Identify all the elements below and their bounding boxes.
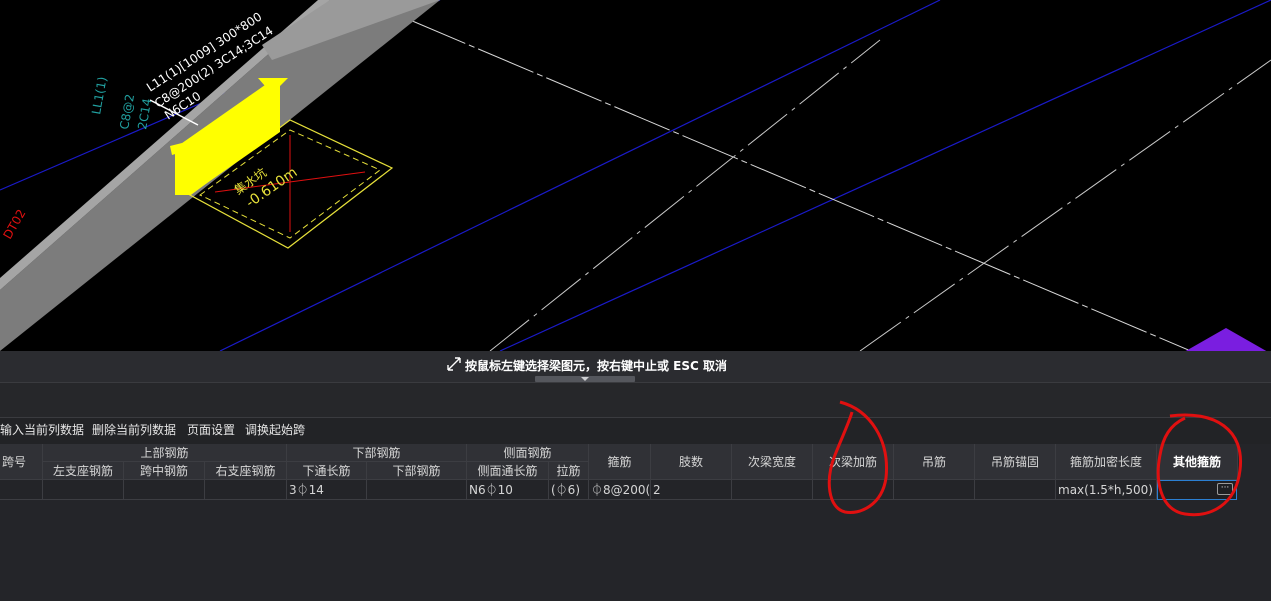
header-stirrup-dense-length: 箍筋加密长度: [1056, 444, 1157, 480]
header-tie-bar: 拉筋: [549, 462, 589, 480]
header-mid-span: 跨中钢筋: [124, 462, 205, 480]
insert-column-data-button[interactable]: 输入当前列数据: [0, 421, 84, 438]
cell-tie-bar[interactable]: (⏀6): [549, 480, 589, 500]
panel-header: [0, 382, 1271, 418]
beam-body: [0, 0, 440, 351]
status-message: 按鼠标左键选择梁图元，按右键中止或 ESC 取消: [465, 359, 728, 373]
grid-line: [859, 59, 1271, 351]
header-legs: 肢数: [651, 444, 732, 480]
cell-hanger-anchor[interactable]: [975, 480, 1056, 500]
cell-secondary-beam-width[interactable]: [732, 480, 813, 500]
header-bottom-rebar: 下部钢筋: [287, 444, 467, 462]
cell-hanger[interactable]: [894, 480, 975, 500]
viewport-drawing: L11(1)[1009] 300*800 C8@200(2) 3C14;3C14…: [0, 0, 1271, 351]
cell-stirrup-dense-length[interactable]: max(1.5*h,500): [1056, 480, 1157, 500]
header-hanger: 吊筋: [894, 444, 975, 480]
cell-other-stirrup[interactable]: ···: [1157, 480, 1237, 500]
status-bar: 按鼠标左键选择梁图元，按右键中止或 ESC 取消: [0, 351, 1271, 382]
cell-right-support[interactable]: [205, 480, 287, 500]
beam-label-left-1: LL1(1): [89, 76, 109, 116]
grid-line: [409, 19, 1193, 351]
axis-label: DT02: [0, 207, 28, 242]
header-span-no: 跨号: [0, 444, 43, 480]
header-left-support: 左支座钢筋: [43, 462, 124, 480]
beam-label-left-3: 2C14: [135, 97, 154, 130]
beam-label-left-2: C8@2: [117, 93, 137, 131]
header-secondary-beam-width: 次梁宽度: [732, 444, 813, 480]
chevron-down-icon[interactable]: [581, 377, 589, 381]
header-side-rebar: 侧面钢筋: [467, 444, 589, 462]
header-secondary-beam-add: 次梁加筋: [813, 444, 894, 480]
page-setup-button[interactable]: 页面设置: [187, 421, 235, 438]
delete-column-data-button[interactable]: 删除当前列数据: [92, 421, 176, 438]
header-hanger-anchor: 吊筋锚固: [975, 444, 1056, 480]
cell-left-support[interactable]: [43, 480, 124, 500]
header-bottom-through: 下通长筋: [287, 462, 367, 480]
header-bottom-rebar-sub: 下部钢筋: [367, 462, 467, 480]
pick-cursor-icon: [447, 357, 461, 371]
header-other-stirrup: 其他箍筋: [1157, 444, 1238, 480]
cell-secondary-beam-add[interactable]: [813, 480, 894, 500]
header-side-through: 侧面通长筋: [467, 462, 549, 480]
cell-legs[interactable]: 2: [651, 480, 732, 500]
ellipsis-button[interactable]: ···: [1217, 483, 1233, 495]
header-stirrup: 箍筋: [589, 444, 651, 480]
rebar-table: 跨号 上部钢筋 下部钢筋 侧面钢筋 箍筋 肢数 次梁宽度 次梁加筋 吊筋 吊筋锚…: [0, 444, 1271, 601]
cad-viewport[interactable]: L11(1)[1009] 300*800 C8@200(2) 3C14;3C14…: [0, 0, 1271, 351]
cell-bottom-through[interactable]: 3⏀14: [287, 480, 367, 500]
swap-start-span-button[interactable]: 调换起始跨: [245, 421, 305, 438]
cell-bottom-rebar[interactable]: [367, 480, 467, 500]
header-right-support: 右支座钢筋: [205, 462, 287, 480]
header-top-rebar: 上部钢筋: [43, 444, 287, 462]
grid-line: [489, 39, 881, 351]
cell-stirrup[interactable]: ⏀8@200(: [589, 480, 651, 500]
cell-side-through[interactable]: N6⏀10: [467, 480, 549, 500]
cell-mid-span[interactable]: [124, 480, 205, 500]
axis-line-blue: [499, 0, 1271, 351]
cell-span-no[interactable]: [0, 480, 43, 500]
